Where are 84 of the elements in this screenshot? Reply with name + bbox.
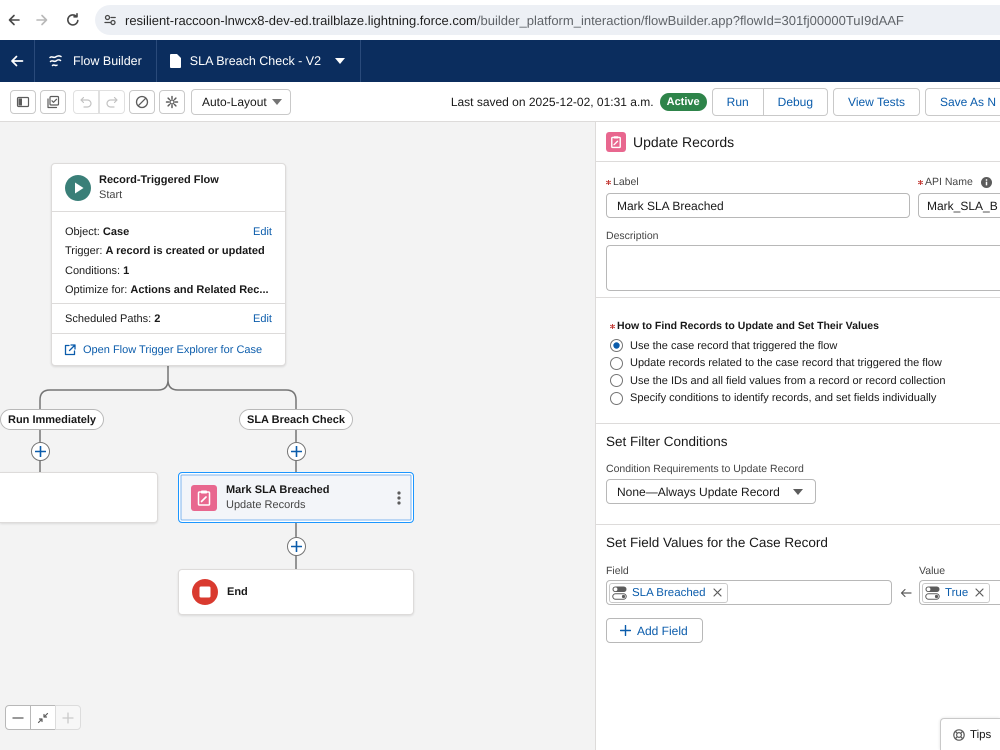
caret-down-icon <box>272 98 282 104</box>
connector-line <box>39 429 41 473</box>
field-label: Label <box>613 176 639 188</box>
tips-button[interactable]: Tips <box>940 718 1000 750</box>
value-picker-input[interactable]: True <box>919 580 1000 605</box>
toggle-icon <box>612 586 628 600</box>
description-field[interactable] <box>606 245 1000 291</box>
stop-icon <box>192 579 218 605</box>
clipboard-pencil-icon <box>191 484 217 510</box>
status-badge: Active <box>660 92 707 110</box>
element-title: Mark SLA Breached <box>226 484 330 496</box>
element-title: End <box>227 586 248 598</box>
edit-link[interactable]: Edit <box>253 226 272 238</box>
trigger-detail-text: Object: Case <box>65 226 130 238</box>
field-chip[interactable]: SLA Breached <box>609 582 728 602</box>
toggle-panel-button[interactable] <box>10 90 36 114</box>
field-picker-input[interactable]: SLA Breached <box>606 580 892 605</box>
radio-group-label: How to Find Records to Update and Set Their Values <box>617 320 879 332</box>
address-bar[interactable]: resilient-raccoon-lnwcx8-dev-ed.trailblaze.lightning.force.com/builder_platform_interaction/flowBuilder.app?flowId=301fj00000TuI9dAAF <box>95 5 1000 35</box>
plus-icon <box>290 540 302 552</box>
close-icon[interactable] <box>975 588 984 597</box>
life-ring-icon <box>953 728 965 740</box>
last-saved-text: Last saved on 2025-12-02, 01:31 a.m. <box>450 94 654 108</box>
field-label: Field <box>606 565 629 577</box>
caret-down-icon <box>335 58 346 64</box>
toolbar-button[interactable]: Debug <box>764 88 828 116</box>
toolbar-button[interactable]: View Tests <box>833 88 920 116</box>
start-subtitle: Start <box>99 189 122 201</box>
scheduled-paths-text: Scheduled Paths: 2 <box>65 312 160 324</box>
add-element-button[interactable] <box>286 536 306 556</box>
trigger-explorer-link[interactable]: Open Flow Trigger Explorer for Case <box>83 344 262 356</box>
check-button[interactable] <box>40 90 66 114</box>
layout-dropdown[interactable]: Auto-Layout <box>191 88 291 114</box>
flow-icon <box>49 54 62 68</box>
toolbar-button[interactable]: Run <box>712 88 764 116</box>
url-text: resilient-raccoon-lnwcx8-dev-ed.trailblaze.lightning.force.com/builder_platform_interaction/flowBuilder.app?flowId=301fj00000TuI9dAAF <box>125 12 904 28</box>
radio-option[interactable]: Specify conditions to identify records, and set fields individually <box>610 390 936 407</box>
add-element-button[interactable] <box>30 442 50 460</box>
arrow-left-icon <box>900 588 912 598</box>
radio-option[interactable]: Update records related to the case record that triggered the flow <box>610 354 942 372</box>
plus-icon <box>290 446 302 456</box>
toolbar-button[interactable]: Save As N <box>924 88 1000 116</box>
trigger-detail-text: Trigger: A record is created or updated <box>65 245 265 258</box>
condition-dropdown[interactable]: None—Always Update Record <box>606 479 816 504</box>
text-input-field[interactable]: Mark_SLA_B <box>918 193 1000 218</box>
clipboard-pencil-icon <box>606 132 626 152</box>
fit-view-button[interactable] <box>30 705 56 730</box>
kebab-menu-icon[interactable] <box>397 490 401 504</box>
section-heading: Set Field Values for the Case Record <box>606 535 828 551</box>
path-label[interactable]: Run Immediately <box>0 409 104 430</box>
flow-element-card[interactable]: Mark SLA Breached Update Records <box>178 472 414 523</box>
section-heading: Set Filter Conditions <box>606 434 728 450</box>
start-element-card[interactable]: Record-Triggered Flow Start Object: Case Edit Trigger: A record is created or updated Conditions: 1 Optimize for: Actions and Related Rec... Scheduled Paths: 2 Edit Open Flow Trigger Explorer for Case <box>51 163 286 366</box>
path-label[interactable]: SLA Breach Check <box>238 409 354 430</box>
close-icon[interactable] <box>712 588 722 597</box>
play-icon <box>65 174 91 200</box>
external-link-icon <box>64 344 76 356</box>
value-chip[interactable]: True <box>922 582 990 602</box>
field-label: Condition Requirements to Update Record <box>606 463 804 475</box>
field-label: Value <box>919 565 946 577</box>
element-type: Update Records <box>226 499 306 511</box>
trigger-detail-text: Conditions: 1 <box>65 264 130 277</box>
toggle-icon <box>925 586 941 600</box>
plus-icon <box>620 625 631 636</box>
plus-icon <box>34 446 46 456</box>
field-label: API Name <box>925 176 973 188</box>
arrow-left-icon <box>10 54 24 68</box>
radio-option[interactable]: Use the case record that triggered the flow <box>610 337 838 354</box>
field-label: Description <box>606 230 659 242</box>
text-input-field[interactable]: Mark SLA Breached <box>606 193 910 218</box>
end-element-card[interactable]: End <box>178 569 414 615</box>
start-title: Record-Triggered Flow <box>99 174 219 186</box>
settings-button[interactable] <box>159 90 185 114</box>
trigger-detail-text: Optimize for: Actions and Related Rec... <box>65 284 269 296</box>
caret-down-icon <box>793 488 803 494</box>
panel-title: Update Records <box>633 134 734 150</box>
edit-link[interactable]: Edit <box>253 312 272 324</box>
radio-option[interactable]: Use the IDs and all field values from a record or record collection <box>610 372 946 390</box>
ban-button[interactable] <box>129 90 155 114</box>
add-field-button[interactable]: Add Field <box>606 618 703 643</box>
tune-icon <box>104 14 116 26</box>
app-name: Flow Builder <box>73 54 142 68</box>
add-element-button[interactable] <box>286 442 306 460</box>
document-icon <box>170 54 181 68</box>
